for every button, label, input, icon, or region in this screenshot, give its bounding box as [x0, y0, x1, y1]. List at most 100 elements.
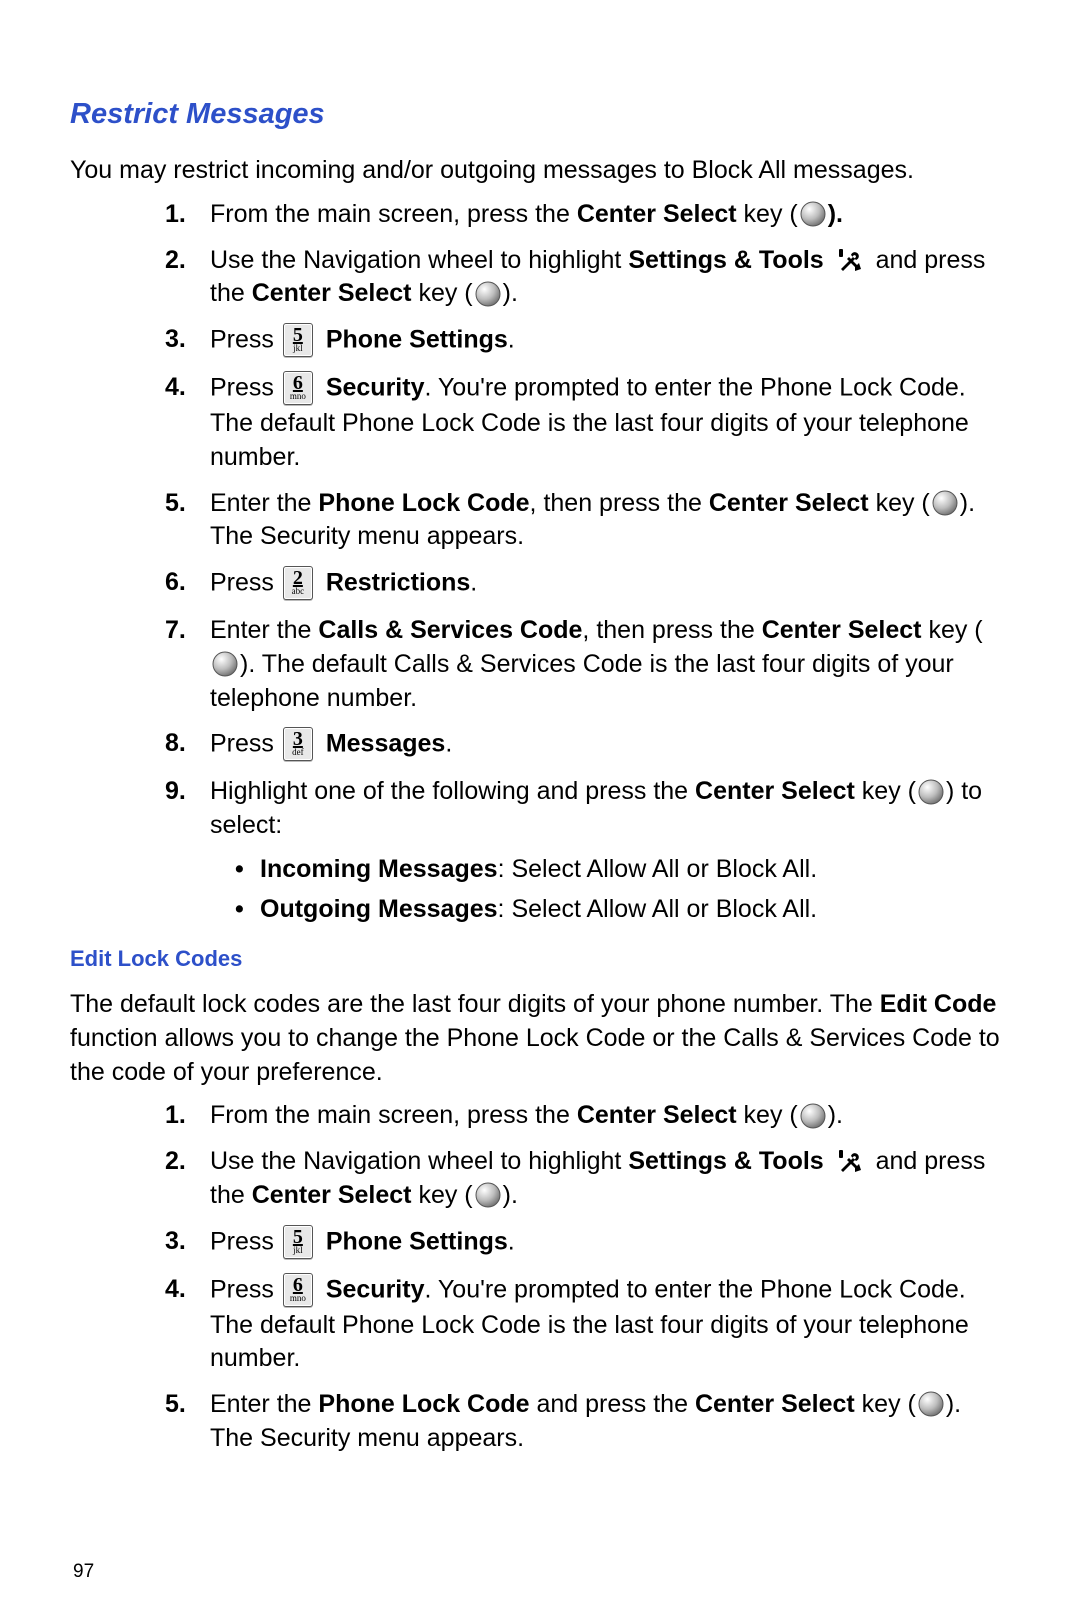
text: Press	[210, 569, 281, 597]
text: . You're prompted to enter the Phone Loc…	[210, 1275, 969, 1372]
step: From the main screen, press the Center S…	[165, 198, 1005, 232]
step: Press 6mno Security. You're prompted to …	[165, 371, 1005, 475]
text: and press the	[530, 1390, 695, 1418]
text: ).	[503, 1181, 518, 1209]
text: . You're prompted to enter the Phone Loc…	[210, 374, 969, 471]
bold: Phone Lock Code	[318, 489, 529, 517]
center-select-icon	[918, 1391, 944, 1417]
text: , then press the	[582, 616, 761, 644]
bold: Center Select	[695, 777, 855, 805]
text: The default lock codes are the last four…	[70, 990, 880, 1018]
step: From the main screen, press the Center S…	[165, 1099, 1005, 1133]
step: Press 3def Messages.	[165, 727, 1005, 763]
text: Use the Navigation wheel to highlight	[210, 1147, 628, 1175]
text: : Select Allow All or Block All.	[498, 895, 818, 923]
text: ).	[828, 1101, 843, 1129]
bullet: Outgoing Messages: Select Allow All or B…	[235, 893, 1005, 927]
settings-tools-icon	[835, 1146, 865, 1176]
text: key (	[922, 616, 983, 644]
keypad-3-icon: 3def	[283, 727, 313, 761]
bold: Center Select	[577, 1101, 737, 1129]
bold: Center Select	[695, 1390, 855, 1418]
steps-list-2: From the main screen, press the Center S…	[165, 1099, 1005, 1455]
step: Enter the Phone Lock Code, then press th…	[165, 487, 1005, 555]
text: : Select Allow All or Block All.	[498, 855, 818, 883]
text: Press	[210, 1275, 281, 1303]
text: Press	[210, 1227, 281, 1255]
text: key (	[855, 777, 916, 805]
bold: Messages	[326, 730, 446, 758]
text: key (	[737, 200, 798, 228]
bullet: Incoming Messages: Select Allow All or B…	[235, 853, 1005, 887]
text: ). The default Calls & Services Code is …	[210, 650, 954, 712]
keypad-2-icon: 2abc	[283, 566, 313, 600]
text: key (	[412, 279, 473, 307]
text: key (	[855, 1390, 916, 1418]
text: Enter the	[210, 616, 318, 644]
step: Enter the Phone Lock Code and press the …	[165, 1388, 1005, 1456]
center-select-icon	[800, 201, 826, 227]
bold: Security	[326, 374, 425, 402]
center-select-icon	[475, 1182, 501, 1208]
intro-paragraph-2: The default lock codes are the last four…	[70, 988, 1005, 1089]
text: .	[470, 569, 477, 597]
step: Enter the Calls & Services Code, then pr…	[165, 614, 1005, 715]
bold: Security	[326, 1275, 425, 1303]
bold: Phone Settings	[326, 1227, 508, 1255]
text: Press	[210, 730, 281, 758]
bold: Settings & Tools	[628, 1147, 823, 1175]
center-select-icon	[800, 1103, 826, 1129]
text: .	[508, 326, 515, 354]
center-select-icon	[932, 490, 958, 516]
bold: Calls & Services Code	[318, 616, 582, 644]
bold: Incoming Messages	[260, 855, 498, 883]
text: Press	[210, 326, 281, 354]
keypad-6-icon: 6mno	[283, 1273, 313, 1307]
text: Enter the	[210, 489, 318, 517]
section-title-edit-lock-codes: Edit Lock Codes	[70, 944, 1005, 974]
section-title-restrict-messages: Restrict Messages	[70, 95, 1005, 134]
step: Highlight one of the following and press…	[165, 775, 1005, 926]
bold: Center Select	[252, 279, 412, 307]
bold: Center Select	[762, 616, 922, 644]
bold: Restrictions	[326, 569, 470, 597]
step: Press 5jkl Phone Settings.	[165, 323, 1005, 359]
text: key (	[412, 1181, 473, 1209]
text: .	[508, 1227, 515, 1255]
step: Use the Navigation wheel to highlight Se…	[165, 1145, 1005, 1213]
text: From the main screen, press the	[210, 1101, 577, 1129]
step: Use the Navigation wheel to highlight Se…	[165, 244, 1005, 312]
bold: Phone Settings	[326, 326, 508, 354]
bold: Outgoing Messages	[260, 895, 498, 923]
center-select-icon	[475, 281, 501, 307]
step: Press 2abc Restrictions.	[165, 566, 1005, 602]
text: function allows you to change the Phone …	[70, 1024, 1000, 1086]
text: Enter the	[210, 1390, 318, 1418]
step: Press 6mno Security. You're prompted to …	[165, 1273, 1005, 1377]
center-select-icon	[918, 779, 944, 805]
center-select-icon	[212, 651, 238, 677]
bold: Phone Lock Code	[318, 1390, 529, 1418]
steps-list-1: From the main screen, press the Center S…	[165, 198, 1005, 927]
keypad-5-icon: 5jkl	[283, 1225, 313, 1259]
settings-tools-icon	[835, 245, 865, 275]
text: key (	[737, 1101, 798, 1129]
bold: Center Select	[252, 1181, 412, 1209]
keypad-5-icon: 5jkl	[283, 323, 313, 357]
text: key (	[869, 489, 930, 517]
text: .	[445, 730, 452, 758]
bold: Center Select	[709, 489, 869, 517]
text: , then press the	[530, 489, 709, 517]
page-number: 97	[73, 1559, 94, 1585]
bold: Edit Code	[880, 990, 997, 1018]
intro-paragraph: You may restrict incoming and/or outgoin…	[70, 154, 1005, 188]
text: Press	[210, 374, 281, 402]
text: Use the Navigation wheel to highlight	[210, 246, 628, 274]
text: ).	[503, 279, 518, 307]
bold: ).	[828, 200, 843, 228]
keypad-6-icon: 6mno	[283, 371, 313, 405]
bold: Settings & Tools	[628, 246, 823, 274]
sub-bullets: Incoming Messages: Select Allow All or B…	[235, 853, 1005, 927]
text: From the main screen, press the	[210, 200, 577, 228]
bold: Center Select	[577, 200, 737, 228]
